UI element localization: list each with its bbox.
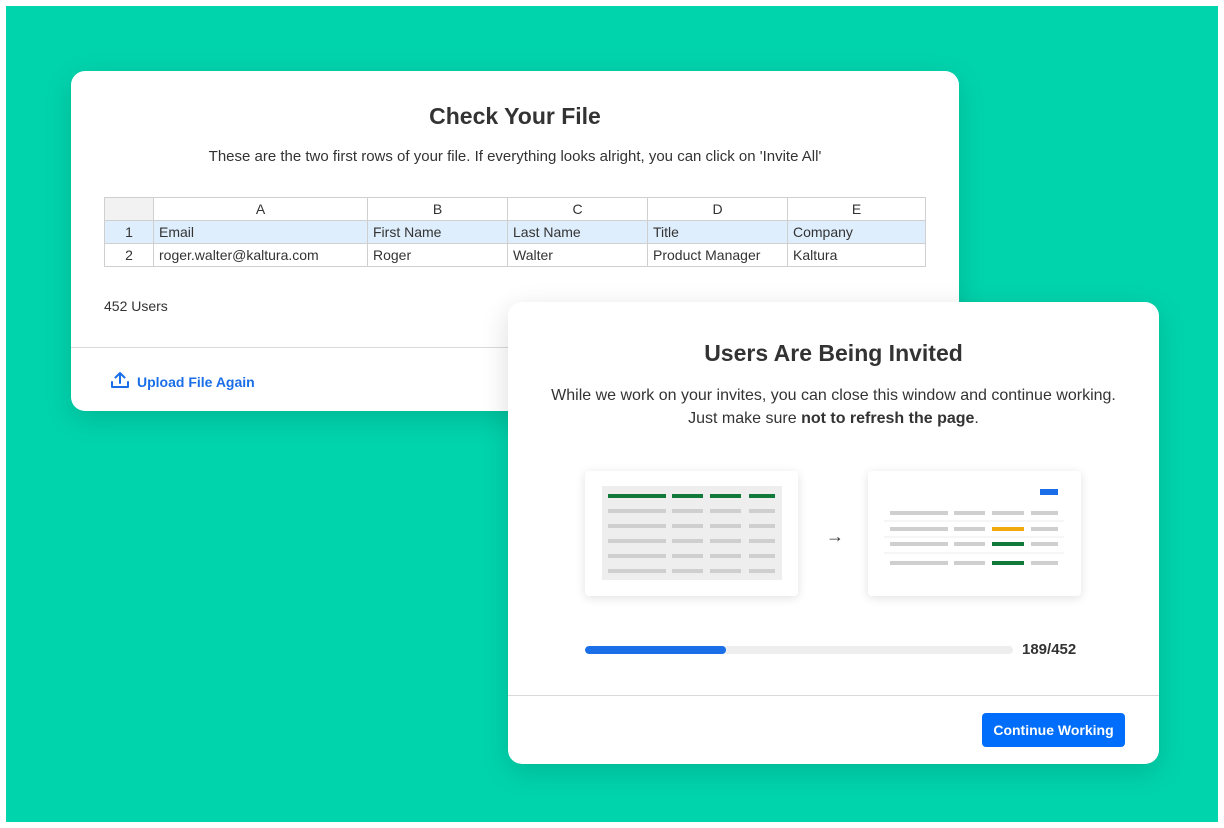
invite-list-illustration — [868, 471, 1081, 596]
continue-working-button[interactable]: Continue Working — [982, 713, 1125, 747]
table-cell: Email — [153, 220, 368, 244]
table-cell: Company — [787, 220, 926, 244]
check-file-subtitle: These are the two first rows of your fil… — [208, 148, 822, 165]
upload-file-again-button[interactable]: Upload File Again — [110, 371, 255, 392]
column-header-b: B — [367, 197, 508, 221]
message-end: . — [974, 410, 979, 427]
table-cell: Roger — [367, 243, 508, 267]
upload-file-again-label: Upload File Again — [137, 373, 255, 390]
upload-icon — [110, 371, 130, 392]
table-cell: First Name — [367, 220, 508, 244]
spreadsheet-graphic — [602, 486, 782, 580]
row-number: 1 — [104, 220, 154, 244]
table-cell: roger.walter@kaltura.com — [153, 243, 368, 267]
table-cell: Last Name — [507, 220, 648, 244]
table-cell: Title — [647, 220, 788, 244]
file-preview-table: A B C D E 1 Email First Name Last Name T… — [104, 197, 926, 267]
column-header-row: A B C D E — [104, 197, 926, 221]
table-cell: Kaltura — [787, 243, 926, 267]
invite-progress-bar — [585, 646, 1013, 654]
spreadsheet-illustration — [585, 471, 798, 596]
arrow-right-icon: → — [826, 526, 844, 546]
check-file-title: Check Your File — [429, 103, 601, 129]
message-emphasis: not to refresh the page — [801, 410, 975, 427]
table-cell: Product Manager — [647, 243, 788, 267]
users-count: 452 Users — [104, 298, 168, 314]
column-header-a: A — [153, 197, 368, 221]
invite-progress-fill — [585, 646, 727, 654]
column-header-e: E — [787, 197, 926, 221]
invite-list-graphic — [884, 489, 1064, 565]
inviting-users-dialog: Users Are Being Invited While we work on… — [508, 302, 1159, 764]
table-row: 1 Email First Name Last Name Title Compa… — [104, 220, 926, 244]
divider — [508, 695, 1159, 696]
table-row: 2 roger.walter@kaltura.com Roger Walter … — [104, 243, 926, 267]
corner-cell — [104, 197, 154, 221]
inviting-message: While we work on your invites, you can c… — [548, 384, 1119, 430]
column-header-c: C — [507, 197, 648, 221]
table-cell: Walter — [507, 243, 648, 267]
invite-progress-count: 189/452 — [1022, 641, 1077, 658]
column-header-d: D — [647, 197, 788, 221]
row-number: 2 — [104, 243, 154, 267]
inviting-title: Users Are Being Invited — [704, 340, 963, 366]
